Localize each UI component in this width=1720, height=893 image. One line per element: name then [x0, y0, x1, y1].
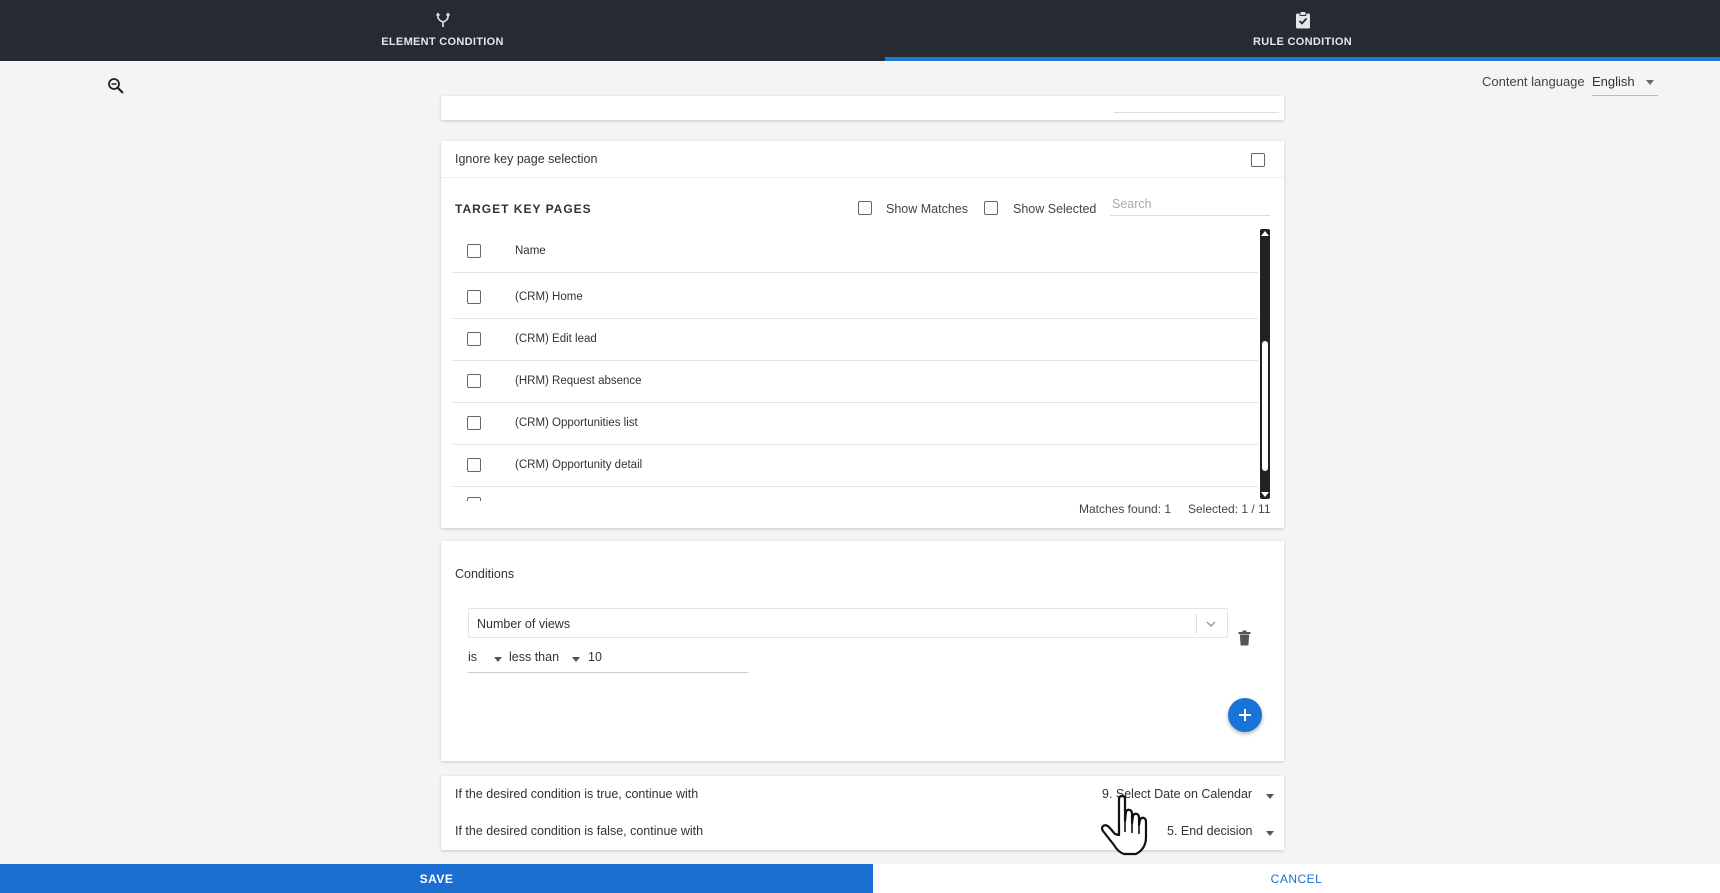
select-underline — [1114, 112, 1279, 113]
trash-icon[interactable] — [1238, 630, 1251, 651]
plus-icon — [1238, 704, 1252, 726]
row-checkbox[interactable] — [467, 416, 481, 430]
target-key-pages-card: Ignore key page selection TARGET KEY PAG… — [441, 141, 1284, 528]
ignore-key-page-row: Ignore key page selection — [441, 141, 1284, 178]
conditions-card: Conditions Number of views is less than … — [441, 541, 1284, 761]
operator-select[interactable]: is — [468, 650, 503, 670]
add-condition-button[interactable] — [1228, 698, 1262, 732]
table-row[interactable]: (CRM) Opportunities list — [453, 403, 1258, 445]
condition-metric-select[interactable]: Number of views — [468, 608, 1228, 638]
table-row[interactable]: (CRM) Edit lead — [453, 319, 1258, 361]
selected-count: Selected: 1 / 11 — [1188, 502, 1271, 516]
show-selected-label: Show Selected — [1013, 202, 1097, 216]
caret-down-icon — [494, 657, 502, 662]
scroll-up-icon[interactable] — [1261, 231, 1269, 236]
ignore-key-page-checkbox[interactable] — [1251, 153, 1265, 167]
condition-value-input[interactable]: 10 — [588, 650, 738, 670]
ignore-key-page-label: Ignore key page selection — [455, 152, 598, 166]
conditions-title: Conditions — [455, 567, 515, 581]
key-pages-table: Name (CRM) Home (CRM) Edit lead (HRM) Re… — [453, 231, 1258, 501]
scroll-down-icon[interactable] — [1261, 492, 1269, 497]
table-row[interactable]: (HRM) Request absence — [453, 361, 1258, 403]
row-name: (HRM) Request absence — [515, 375, 642, 387]
cancel-button[interactable]: CANCEL — [873, 864, 1720, 893]
caret-down-icon — [1266, 794, 1274, 799]
chevron-down-icon — [1205, 617, 1217, 635]
zoom-out-icon[interactable] — [107, 77, 125, 95]
table-row-partial — [453, 487, 1258, 501]
select-separator — [1196, 614, 1197, 634]
condition-value: 10 — [588, 650, 602, 664]
row-name: (CRM) Opportunities list — [515, 417, 638, 429]
scroll-thumb[interactable] — [1262, 341, 1268, 471]
row-checkbox[interactable] — [467, 458, 481, 472]
clipboard-check-icon — [1295, 10, 1311, 30]
row-checkbox[interactable] — [467, 332, 481, 346]
comparator-value: less than — [509, 650, 560, 664]
search-input[interactable] — [1110, 192, 1270, 216]
tab-element-condition[interactable]: ELEMENT CONDITION — [0, 0, 885, 61]
tab-label: ELEMENT CONDITION — [381, 36, 504, 48]
show-matches-checkbox[interactable] — [858, 201, 872, 215]
continuation-card: If the desired condition is true, contin… — [441, 776, 1284, 850]
row-name: (CRM) Opportunity detail — [515, 459, 643, 471]
true-continuation-label: If the desired condition is true, contin… — [455, 787, 699, 801]
column-header-name: Name — [515, 245, 546, 257]
condition-underline — [468, 672, 748, 673]
tab-rule-condition[interactable]: RULE CONDITION — [885, 0, 1720, 61]
false-continuation-select[interactable]: 5. End decision — [1167, 824, 1276, 846]
save-button[interactable]: SAVE — [0, 864, 873, 893]
top-nav-bar: ELEMENT CONDITION RULE CONDITION — [0, 0, 1720, 61]
row-checkbox[interactable] — [467, 290, 481, 304]
show-matches-label: Show Matches — [886, 202, 968, 216]
table-row[interactable]: (CRM) Home — [453, 277, 1258, 319]
row-checkbox[interactable] — [467, 497, 481, 501]
row-name: (CRM) Home — [515, 291, 583, 303]
previous-card — [441, 96, 1284, 120]
show-selected-checkbox[interactable] — [984, 201, 998, 215]
select-all-checkbox[interactable] — [467, 244, 481, 258]
tab-label: RULE CONDITION — [1253, 36, 1352, 48]
matches-found-count: Matches found: 1 — [1079, 502, 1172, 516]
table-scrollbar[interactable] — [1260, 229, 1270, 499]
row-checkbox[interactable] — [467, 374, 481, 388]
condition-metric-value: Number of views — [477, 617, 571, 631]
content-language-value: English — [1592, 74, 1635, 89]
content-language-label: Content language — [1482, 74, 1585, 89]
table-row[interactable]: (CRM) Opportunity detail — [453, 445, 1258, 487]
caret-down-icon — [572, 657, 580, 662]
comparator-select[interactable]: less than — [509, 650, 581, 670]
caret-down-icon — [1266, 831, 1274, 836]
false-continuation-value: 5. End decision — [1167, 824, 1253, 838]
operator-value: is — [468, 650, 478, 664]
row-name: (CRM) Edit lead — [515, 333, 597, 345]
hand-cursor-icon — [1099, 794, 1151, 857]
target-key-pages-title: TARGET KEY PAGES — [455, 202, 592, 216]
false-continuation-label: If the desired condition is false, conti… — [455, 824, 704, 838]
branch-icon — [435, 10, 451, 30]
content-language-select[interactable]: English — [1592, 70, 1658, 96]
active-tab-indicator — [885, 57, 1720, 61]
table-header-row: Name — [453, 231, 1258, 273]
caret-down-icon — [1646, 80, 1654, 85]
